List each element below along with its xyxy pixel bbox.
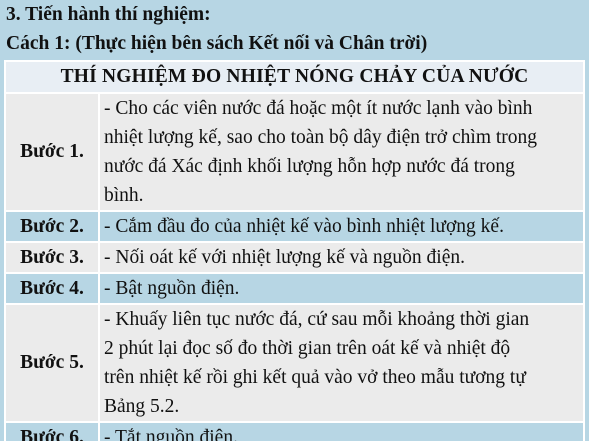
section-heading: 3. Tiến hành thí nghiệm:	[6, 4, 211, 25]
table-title: THÍ NGHIỆM ĐO NHIỆT NÓNG CHẢY CỦA NƯỚC	[4, 60, 585, 94]
step-description: - Khuấy liên tục nước đá, cứ sau mỗi kho…	[98, 303, 585, 423]
description-line: - Bật nguồn điện.	[104, 278, 240, 299]
experiment-steps-table: THÍ NGHIỆM ĐO NHIỆT NÓNG CHẢY CỦA NƯỚC B…	[4, 60, 585, 441]
description-line: bình.	[104, 185, 144, 206]
table-title-row: THÍ NGHIỆM ĐO NHIỆT NÓNG CHẢY CỦA NƯỚC	[4, 60, 585, 94]
step-description: - Nối oát kế với nhiệt lượng kế và nguồn…	[98, 241, 585, 274]
description-line: trên nhiệt kế rồi ghi kết quả vào vở the…	[104, 367, 526, 388]
slide: 3. Tiến hành thí nghiệm: Cách 1: (Thực h…	[0, 0, 589, 441]
step-label: Bước 3.	[4, 241, 100, 274]
step-description: - Cắm đầu đo của nhiệt kế vào bình nhiệt…	[98, 210, 585, 243]
step-label: Bước 2.	[4, 210, 100, 243]
table-row: Bước 5. - Khuấy liên tục nước đá, cứ sau…	[4, 303, 585, 423]
step-label: Bước 4.	[4, 272, 100, 305]
table-row: Bước 3. - Nối oát kế với nhiệt lượng kế …	[4, 241, 585, 274]
method-heading: Cách 1: (Thực hiện bên sách Kết nối và C…	[6, 33, 428, 54]
table-row: Bước 1. - Cho các viên nước đá hoặc một …	[4, 92, 585, 212]
description-line: nước đá Xác định khối lượng hỗn hợp nước…	[104, 156, 515, 177]
description-line: - Khuấy liên tục nước đá, cứ sau mỗi kho…	[104, 309, 530, 330]
description-line: nhiệt lượng kế, sao cho toàn bộ dây điện…	[104, 127, 538, 148]
description-line: Bảng 5.2.	[104, 396, 180, 417]
step-description: - Cho các viên nước đá hoặc một ít nước …	[98, 92, 585, 212]
step-label: Bước 5.	[4, 303, 100, 423]
step-label: Bước 6.	[4, 421, 100, 441]
step-label: Bước 1.	[4, 92, 100, 212]
step-description: - Tắt nguồn điện.	[98, 421, 585, 441]
table-row: Bước 2. - Cắm đầu đo của nhiệt kế vào bì…	[4, 210, 585, 243]
description-line: - Cho các viên nước đá hoặc một ít nước …	[104, 98, 533, 119]
description-line: - Tắt nguồn điện.	[104, 427, 238, 441]
table-row: Bước 4. - Bật nguồn điện.	[4, 272, 585, 305]
description-line: - Nối oát kế với nhiệt lượng kế và nguồn…	[104, 247, 465, 268]
step-description: - Bật nguồn điện.	[98, 272, 585, 305]
description-line: - Cắm đầu đo của nhiệt kế vào bình nhiệt…	[104, 216, 504, 237]
table-row: Bước 6. - Tắt nguồn điện.	[4, 421, 585, 441]
description-line: 2 phút lại đọc số đo thời gian trên oát …	[104, 338, 511, 359]
